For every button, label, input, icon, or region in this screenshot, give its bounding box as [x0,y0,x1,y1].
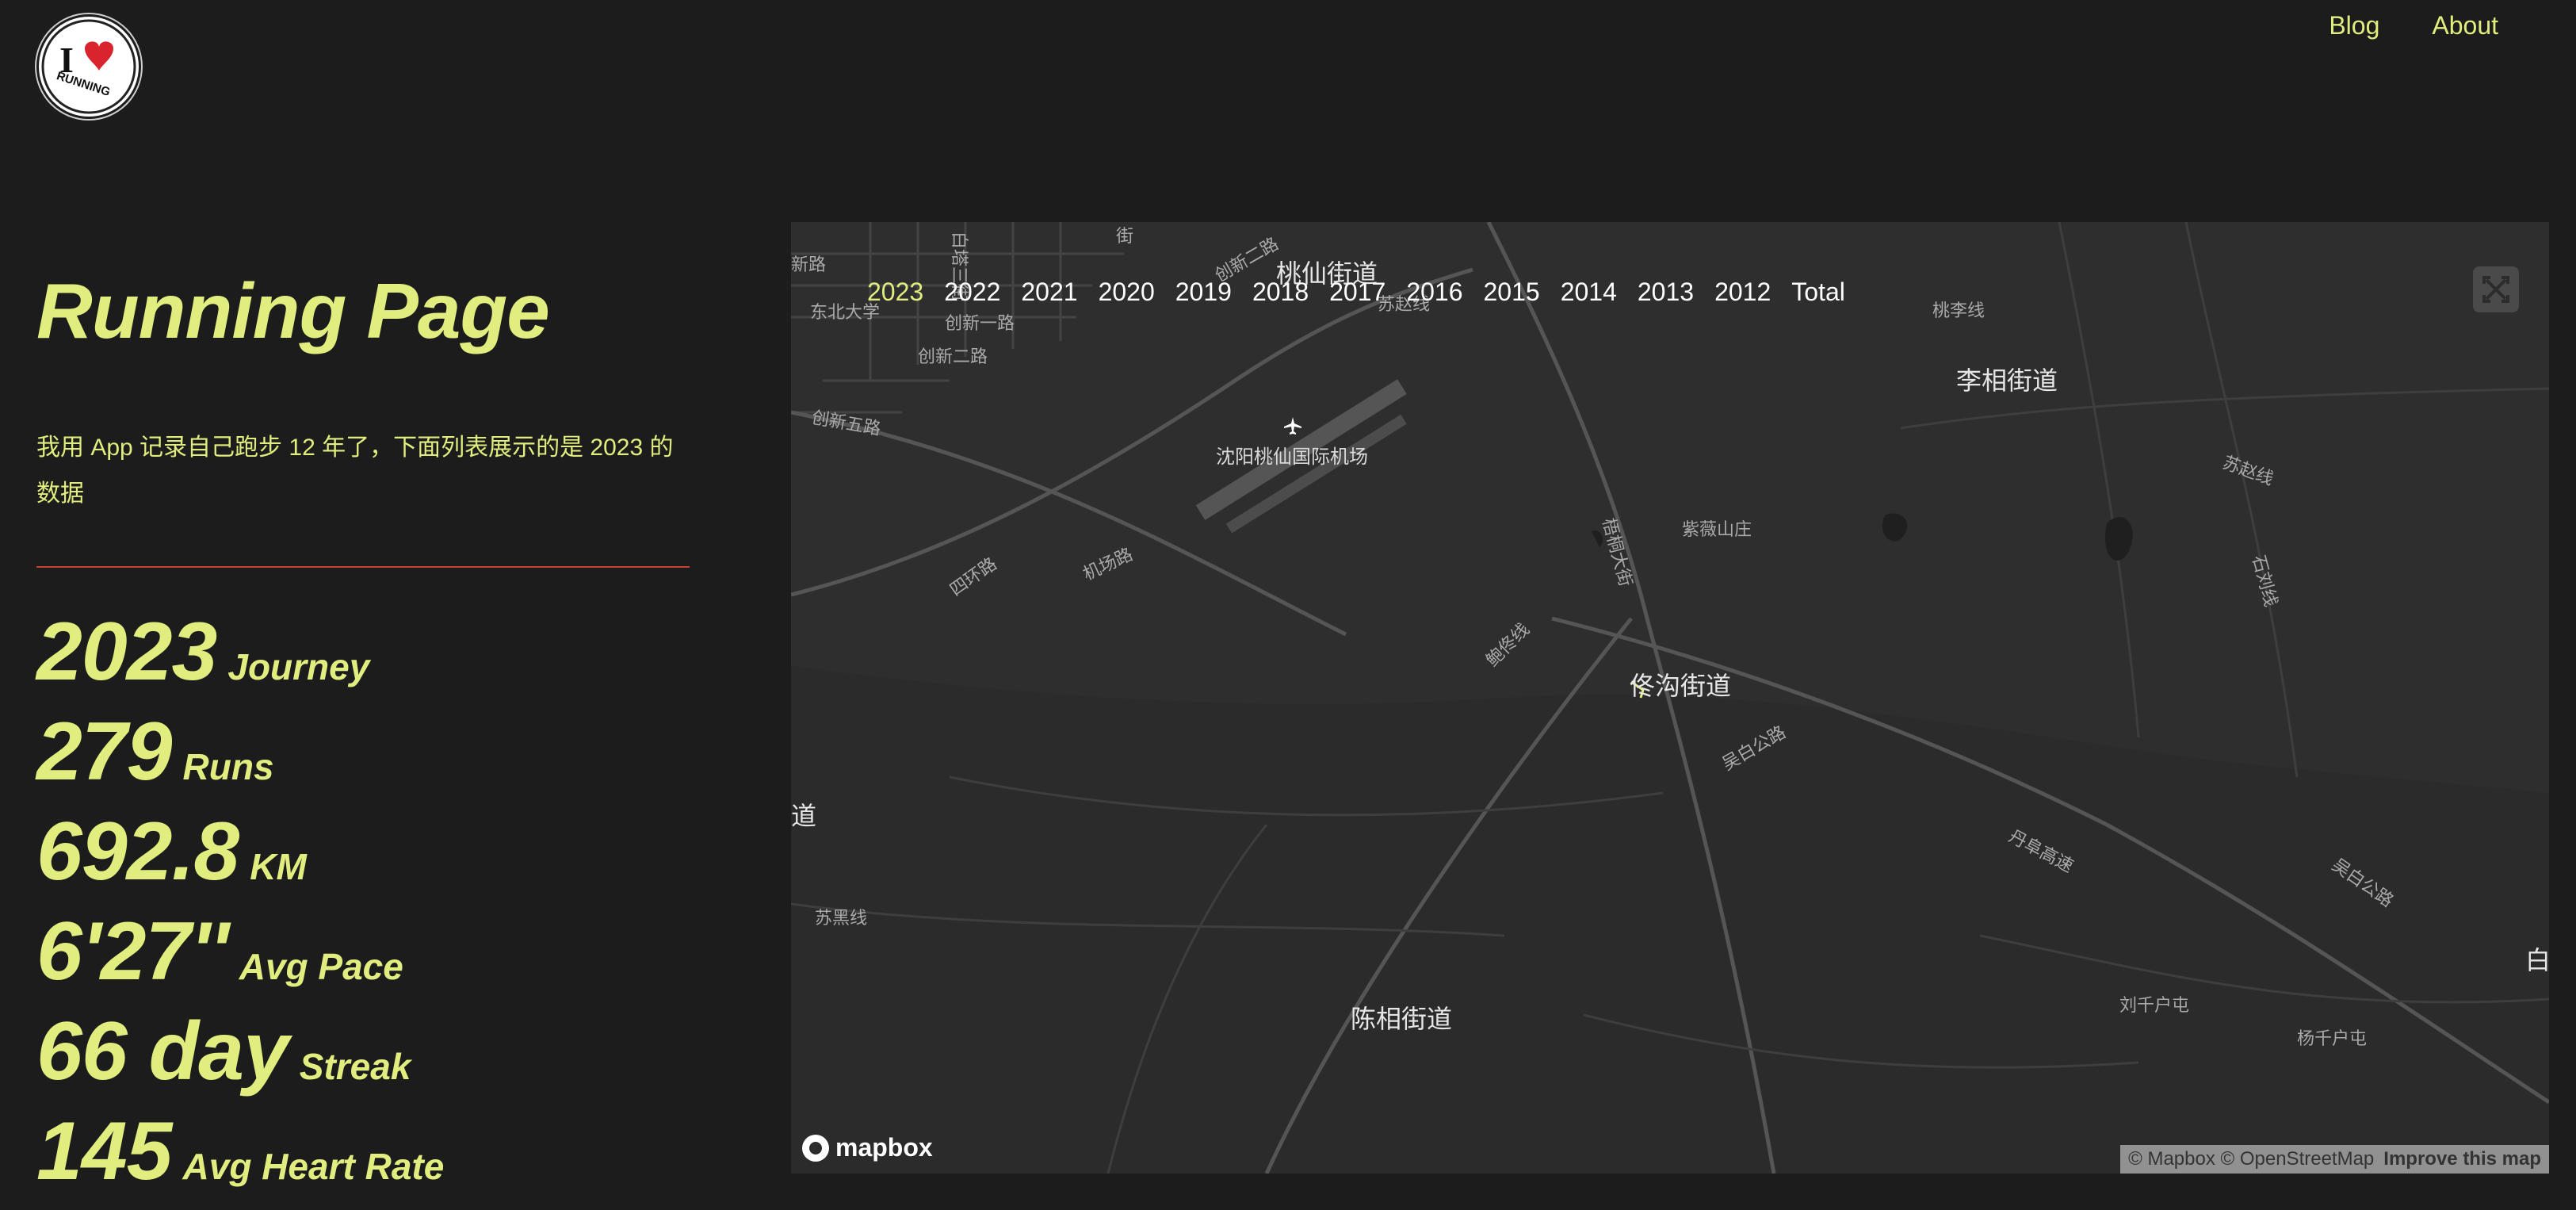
map-label: 新路 [791,255,827,274]
map-label: 道 [791,802,817,830]
stat-label: KM [250,846,307,887]
stat-distance: 692.8 KM [36,810,444,910]
map-label: 苏黑线 [815,908,868,928]
year-total-tab[interactable]: Total [1791,278,1845,307]
year-2020-tab[interactable]: 2020 [1099,278,1155,307]
mapbox-icon [802,1134,829,1162]
map-label: 紫薇山庄 [1682,519,1752,539]
map-canvas[interactable]: 桃仙街道 李相街道 沈阳桃仙国际机场 紫薇山庄 佟沟街道 陈相街道 刘千户屯 杨… [791,222,2549,1174]
year-2015-tab[interactable]: 2015 [1484,278,1540,307]
stat-pace: 6'27'' Avg Pace [36,910,444,1010]
intro-text: 我用 App 记录自己跑步 12 年了，下面列表展示的是 2023 的数据 [36,435,674,507]
stat-runs: 279 Runs [36,710,444,810]
year-2012-tab[interactable]: 2012 [1714,278,1771,307]
map-label: 白 [2525,946,2549,975]
year-2016-tab[interactable]: 2016 [1406,278,1462,307]
year-2019-tab[interactable]: 2019 [1175,278,1232,307]
stat-label: Avg Pace [239,946,403,987]
map-label: 桃李线 [1932,301,1986,320]
stat-value: 6'27'' [36,906,229,997]
fullscreen-icon [2482,276,2509,303]
stat-label: Journey [227,646,370,687]
stat-value: 66 day [36,1005,289,1097]
year-2022-tab[interactable]: 2022 [944,278,1000,307]
page-title: Running Page [36,267,550,354]
logo-icon: I RUNNING [41,19,136,114]
stat-value: 279 [36,706,173,798]
map-label: 沈阳桃仙国际机场 [1216,446,1368,468]
year-2013-tab[interactable]: 2013 [1638,278,1694,307]
stat-journey: 2023 Journey [36,611,444,710]
airport-icon [1284,417,1301,435]
divider [36,566,690,568]
nav-blog-link[interactable]: Blog [2329,11,2379,40]
stat-value: 2023 [36,606,217,698]
stats-list: 2023 Journey 279 Runs 692.8 KM 6'27'' Av… [36,611,444,1210]
stat-heart-rate: 145 Avg Heart Rate [36,1110,444,1210]
year-2021-tab[interactable]: 2021 [1021,278,1077,307]
stat-label: Streak [299,1046,411,1087]
attribution-text[interactable]: © Mapbox © OpenStreetMap [2128,1148,2374,1170]
map-label: 刘千户屯 [2119,995,2190,1015]
year-2017-tab[interactable]: 2017 [1329,278,1385,307]
map-label: 街 [1116,226,1134,246]
stat-value: 145 [36,1105,173,1197]
map-label: 佟沟街道 [1630,672,1732,700]
top-nav: Blog About [2329,11,2498,40]
map-label: 陈相街道 [1351,1005,1453,1033]
running-logo[interactable]: I RUNNING [36,14,141,119]
year-2018-tab[interactable]: 2018 [1252,278,1309,307]
year-2023-tab[interactable]: 2023 [867,278,923,307]
fullscreen-button[interactable] [2473,266,2519,312]
improve-map-link[interactable]: Improve this map [2383,1148,2541,1170]
nav-about-link[interactable]: About [2432,11,2498,40]
map-label: 杨千户屯 [2297,1028,2368,1048]
mapbox-logo[interactable]: mapbox [802,1133,933,1162]
map-label: 李相街道 [1956,366,2058,395]
stat-streak: 66 day Streak [36,1010,444,1110]
year-selector: 2023 2022 2021 2020 2019 2018 2017 2016 … [867,278,1845,307]
stat-value: 692.8 [36,806,239,898]
map-label: 创新二路 [918,347,988,366]
mapbox-logo-text: mapbox [835,1133,933,1162]
stat-label: Runs [182,746,274,787]
map-attribution: © Mapbox © OpenStreetMap Improve this ma… [2120,1145,2549,1174]
map-label: 创新一路 [945,313,1015,333]
year-2014-tab[interactable]: 2014 [1561,278,1617,307]
stat-label: Avg Heart Rate [182,1146,445,1187]
